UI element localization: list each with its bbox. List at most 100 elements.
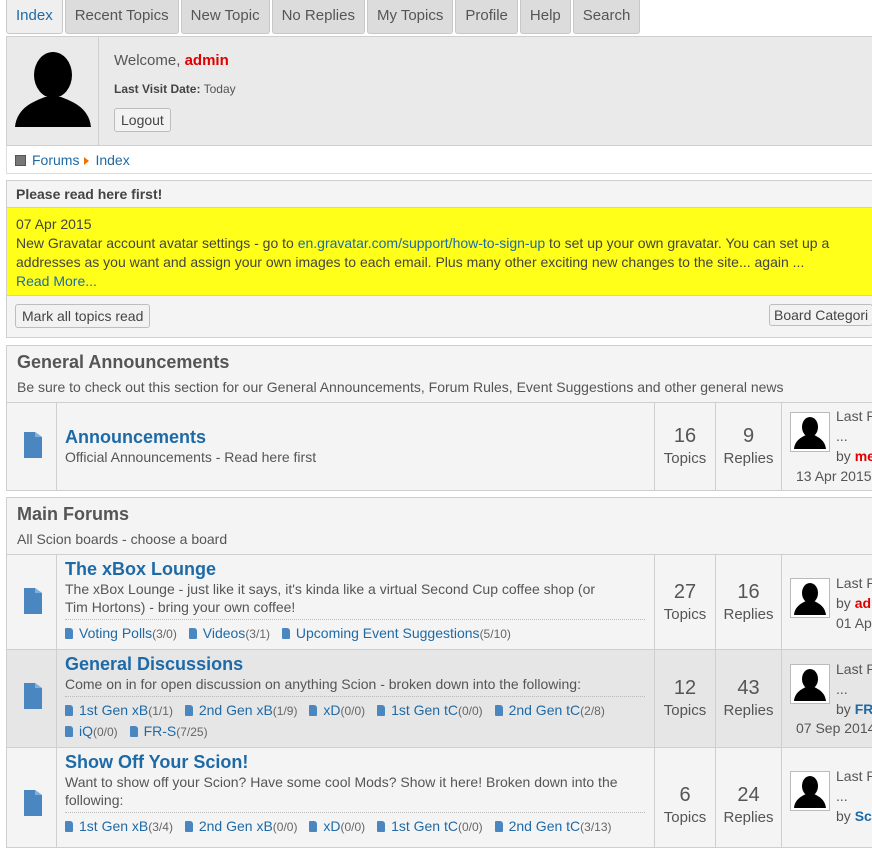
logout-button[interactable]: Logout xyxy=(114,108,171,132)
board-name[interactable]: The xBox Lounge xyxy=(65,559,645,580)
last-post-label[interactable]: Last P xyxy=(836,659,872,679)
child-board-xd[interactable]: xD(0/0) xyxy=(309,702,365,718)
notice-read-more-link[interactable]: Read More... xyxy=(16,272,872,291)
child-board-2nd-gen-tc[interactable]: 2nd Gen tC(2/8) xyxy=(494,702,605,718)
board-categories-select[interactable]: Board Categori xyxy=(769,304,872,326)
child-board-upcoming-events[interactable]: Upcoming Event Suggestions(5/10) xyxy=(281,625,511,641)
board-row-xbox-lounge: The xBox Lounge The xBox Lounge - just l… xyxy=(6,555,872,650)
child-board-name[interactable]: FR-S xyxy=(144,723,177,739)
last-post-avatar[interactable] xyxy=(790,412,830,452)
child-board-count: (5/10) xyxy=(479,627,511,641)
child-board-name[interactable]: 1st Gen tC xyxy=(391,702,458,718)
notice-title: Please read here first! xyxy=(6,180,872,208)
replies-number: 9 xyxy=(742,425,755,447)
last-post-avatar[interactable] xyxy=(790,578,830,618)
child-board-name[interactable]: 2nd Gen xB xyxy=(199,702,273,718)
child-board-name[interactable]: Voting Polls xyxy=(79,625,152,641)
welcome-username[interactable]: admin xyxy=(185,52,229,69)
child-board-name[interactable]: 1st Gen xB xyxy=(79,702,148,718)
notice-text-after: to set up your own gravatar. You can set… xyxy=(545,235,830,251)
child-board-count: (0/0) xyxy=(457,820,483,834)
by-label: by xyxy=(836,595,851,611)
child-board-name[interactable]: 2nd Gen xB xyxy=(199,818,273,834)
tab-profile[interactable]: Profile xyxy=(455,0,518,34)
breadcrumb-arrow-icon xyxy=(84,157,90,165)
tab-new-topic[interactable]: New Topic xyxy=(180,0,270,34)
child-board-1st-gen-tc[interactable]: 1st Gen tC(0/0) xyxy=(377,818,483,834)
child-boards: 1st Gen xB(1/1) 2nd Gen xB(1/9) xD(0/0) … xyxy=(65,696,645,742)
last-post-user[interactable]: Sc xyxy=(855,808,872,824)
child-board-count: (3/13) xyxy=(580,820,612,834)
tab-recent-topics[interactable]: Recent Topics xyxy=(64,0,179,34)
last-post-avatar[interactable] xyxy=(790,664,830,704)
avatar-silhouette-icon xyxy=(15,52,91,127)
child-board-count: (0/0) xyxy=(272,820,298,834)
tab-index[interactable]: Index xyxy=(6,0,63,34)
notice-gravatar-link[interactable]: en.gravatar.com/support/how-to-sign-up xyxy=(298,235,545,251)
action-bar: Mark all topics read Board Categori xyxy=(6,296,872,338)
last-visit-value: Today xyxy=(203,82,236,96)
replies-label: Replies xyxy=(723,606,774,623)
child-board-name[interactable]: 1st Gen xB xyxy=(79,818,148,834)
by-label: by xyxy=(836,448,851,464)
child-board-name[interactable]: iQ xyxy=(79,723,93,739)
last-post-user[interactable]: adr xyxy=(855,595,872,611)
child-board-fr-s[interactable]: FR-S(7/25) xyxy=(129,723,208,739)
last-post-avatar[interactable] xyxy=(790,771,830,811)
breadcrumb-forums[interactable]: Forums xyxy=(32,152,79,168)
child-board-name[interactable]: 1st Gen tC xyxy=(391,818,458,834)
board-icon-cell xyxy=(7,403,57,490)
board-name[interactable]: Show Off Your Scion! xyxy=(65,752,645,773)
board-name[interactable]: General Discussions xyxy=(65,654,645,675)
child-board-voting-polls[interactable]: Voting Polls(3/0) xyxy=(65,625,177,641)
last-post-label[interactable]: Last P xyxy=(836,406,872,426)
replies-label: Replies xyxy=(723,702,774,719)
child-board-name[interactable]: xD xyxy=(323,818,340,834)
child-board-2nd-gen-tc[interactable]: 2nd Gen tC(3/13) xyxy=(494,818,612,834)
board-icon-cell xyxy=(7,650,57,747)
welcome-message: Welcome, admin xyxy=(114,52,229,69)
child-board-1st-gen-tc[interactable]: 1st Gen tC(0/0) xyxy=(377,702,483,718)
last-post-by: by me xyxy=(836,446,872,466)
child-board-name[interactable]: Videos xyxy=(203,625,246,641)
category-title[interactable]: Main Forums xyxy=(17,504,129,525)
avatar-silhouette-icon xyxy=(794,417,826,449)
topics-number: 16 xyxy=(673,425,697,447)
tab-search[interactable]: Search xyxy=(572,0,641,34)
tab-help[interactable]: Help xyxy=(519,0,571,34)
mark-all-read-button[interactable]: Mark all topics read xyxy=(15,304,151,328)
board-replies-count: 24 Replies xyxy=(715,748,781,847)
topics-label: Topics xyxy=(663,702,707,719)
child-board-count: (3/4) xyxy=(148,820,173,834)
board-document-icon xyxy=(24,683,42,709)
last-post-label[interactable]: Last P xyxy=(836,573,872,593)
tab-my-topics[interactable]: My Topics xyxy=(366,0,454,34)
child-board-1st-gen-xb[interactable]: 1st Gen xB(3/4) xyxy=(65,818,173,834)
child-board-videos[interactable]: Videos(3/1) xyxy=(188,625,270,641)
last-post-user[interactable]: FR xyxy=(855,701,872,717)
child-board-count: (0/0) xyxy=(340,704,366,718)
board-description: Come on in for open discussion on anythi… xyxy=(65,676,581,692)
last-post-label[interactable]: Last P xyxy=(836,766,872,786)
board-description: Official Announcements - Read here first xyxy=(65,449,317,465)
last-post-user[interactable]: me xyxy=(855,448,872,464)
category-title[interactable]: General Announcements xyxy=(17,352,229,373)
child-board-name[interactable]: 2nd Gen tC xyxy=(509,818,581,834)
last-visit: Last Visit Date: Today xyxy=(114,82,236,96)
board-info: Announcements Official Announcements - R… xyxy=(65,427,645,466)
board-name[interactable]: Announcements xyxy=(65,427,645,448)
child-board-1st-gen-xb[interactable]: 1st Gen xB(1/1) xyxy=(65,702,173,718)
child-board-iq[interactable]: iQ(0/0) xyxy=(65,723,118,739)
child-board-xd[interactable]: xD(0/0) xyxy=(309,818,365,834)
breadcrumb-index[interactable]: Index xyxy=(95,152,129,168)
child-board-count: (0/0) xyxy=(93,725,118,739)
child-board-2nd-gen-xb[interactable]: 2nd Gen xB(0/0) xyxy=(184,818,298,834)
board-icon-cell xyxy=(7,555,57,649)
category-main-forums: Main Forums All Scion boards - choose a … xyxy=(6,497,872,555)
child-board-name[interactable]: Upcoming Event Suggestions xyxy=(296,625,480,641)
tab-no-replies[interactable]: No Replies xyxy=(271,0,365,34)
child-board-2nd-gen-xb[interactable]: 2nd Gen xB(1/9) xyxy=(184,702,297,718)
child-board-name[interactable]: xD xyxy=(323,702,340,718)
board-document-icon xyxy=(24,588,42,614)
child-board-name[interactable]: 2nd Gen tC xyxy=(509,702,581,718)
